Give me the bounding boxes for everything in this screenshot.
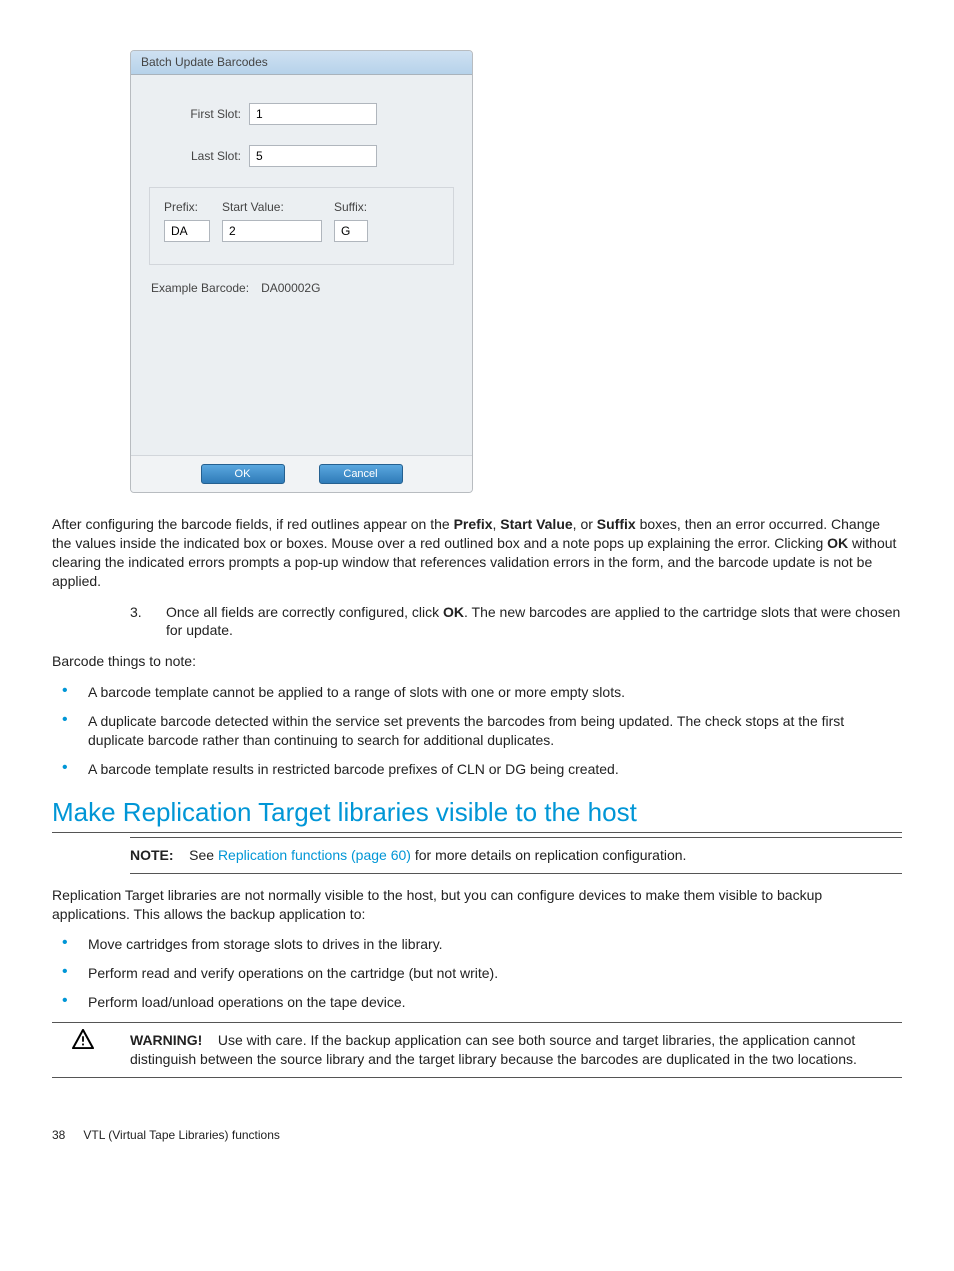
batch-update-barcodes-dialog: Batch Update Barcodes First Slot: Last S… (130, 50, 473, 493)
start-value-input[interactable] (222, 220, 322, 242)
suffix-label: Suffix: (334, 200, 368, 214)
suffix-input[interactable] (334, 220, 368, 242)
example-barcode-value: DA00002G (261, 281, 320, 295)
red-outline-paragraph: After configuring the barcode fields, if… (52, 515, 902, 591)
note-block: NOTE: See Replication functions (page 60… (130, 837, 902, 874)
barcode-notes-heading: Barcode things to note: (52, 652, 902, 671)
warning-icon (72, 1029, 94, 1054)
ok-button[interactable]: OK (201, 464, 285, 484)
prefix-label: Prefix: (164, 200, 210, 214)
first-slot-label: First Slot: (149, 107, 249, 121)
first-slot-input[interactable] (249, 103, 377, 125)
barcode-notes-list: A barcode template cannot be applied to … (52, 683, 902, 779)
page-number: 38 (52, 1128, 65, 1142)
last-slot-label: Last Slot: (149, 149, 249, 163)
page-footer: 38 VTL (Virtual Tape Libraries) function… (52, 1128, 902, 1142)
warning-text: Use with care. If the backup application… (130, 1032, 857, 1067)
warning-label: WARNING! (130, 1032, 202, 1048)
list-item: A duplicate barcode detected within the … (52, 712, 902, 750)
list-item: A barcode template cannot be applied to … (52, 683, 902, 702)
list-item: Perform load/unload operations on the ta… (52, 993, 902, 1012)
step-3-number: 3. (130, 603, 142, 622)
warning-block: WARNING! Use with care. If the backup ap… (52, 1022, 902, 1078)
list-item: A barcode template results in restricted… (52, 760, 902, 779)
cancel-button[interactable]: Cancel (319, 464, 403, 484)
prefix-input[interactable] (164, 220, 210, 242)
start-value-label: Start Value: (222, 200, 322, 214)
chapter-title: VTL (Virtual Tape Libraries) functions (83, 1128, 280, 1142)
replication-functions-link[interactable]: Replication functions (page 60) (218, 847, 411, 863)
prefix-start-suffix-group: Prefix: Start Value: Suffix: (149, 187, 454, 265)
example-barcode-label: Example Barcode: (151, 281, 249, 295)
dialog-title: Batch Update Barcodes (131, 51, 472, 75)
list-item: Move cartridges from storage slots to dr… (52, 935, 902, 954)
note-label: NOTE: (130, 847, 174, 863)
step-3: 3. Once all fields are correctly configu… (130, 603, 902, 641)
replication-capabilities-list: Move cartridges from storage slots to dr… (52, 935, 902, 1012)
replication-intro: Replication Target libraries are not nor… (52, 886, 902, 924)
list-item: Perform read and verify operations on th… (52, 964, 902, 983)
last-slot-input[interactable] (249, 145, 377, 167)
section-heading-make-replication: Make Replication Target libraries visibl… (52, 797, 902, 833)
